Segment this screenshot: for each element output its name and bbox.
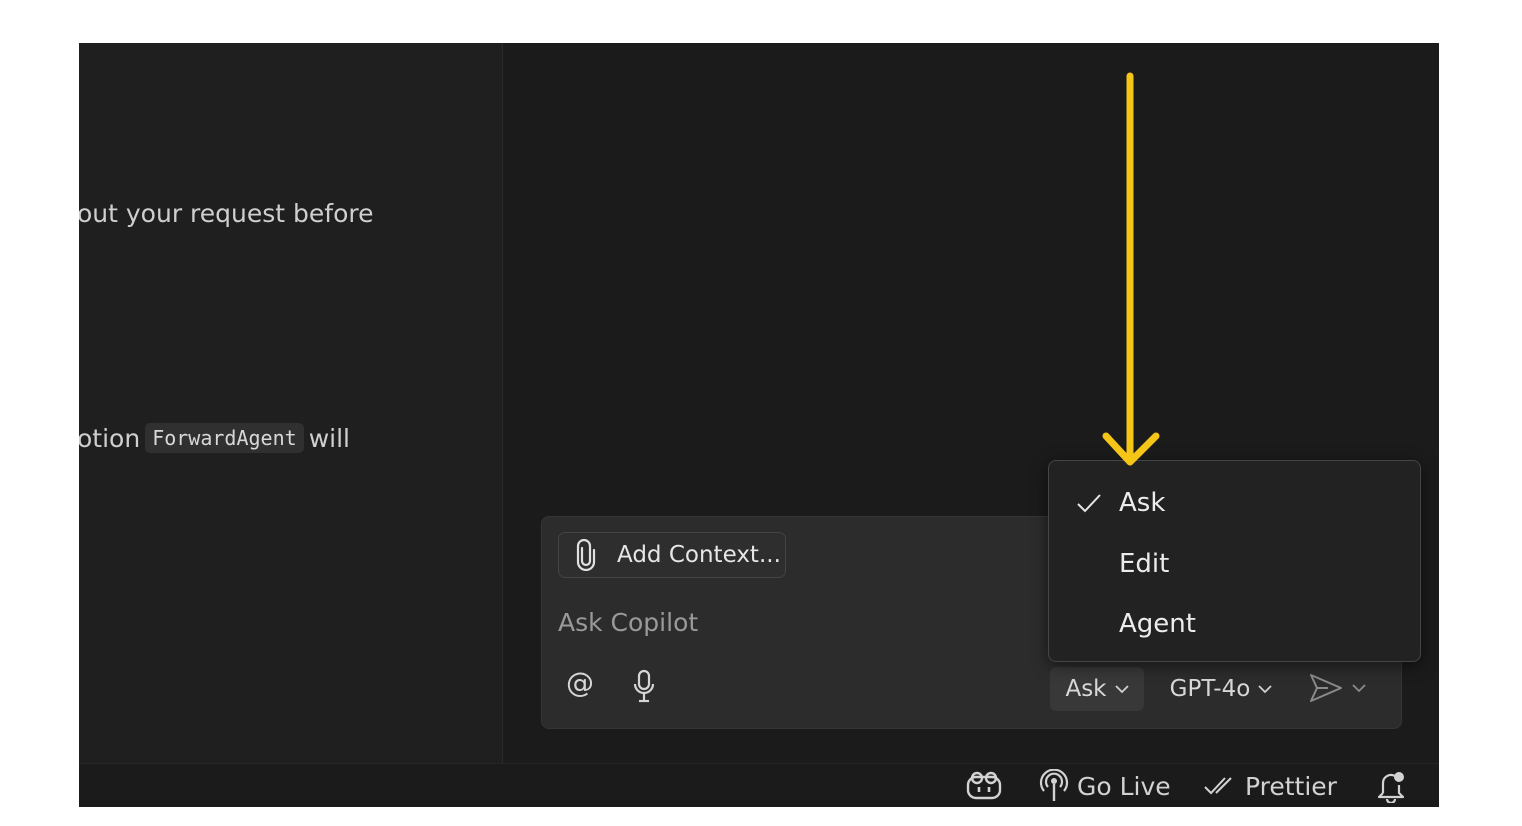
doc-text-line-1: out your request before	[79, 199, 374, 228]
chat-panel: Add Context... @ Ask GPT-4o	[503, 43, 1439, 763]
annotation-arrow	[1102, 72, 1160, 466]
copilot-status-button[interactable]	[965, 764, 1003, 807]
send-button[interactable]	[1308, 670, 1378, 706]
doc-text-line-2: otion ForwardAgent will	[79, 423, 350, 453]
model-picker-button[interactable]: GPT-4o	[1156, 667, 1286, 711]
go-live-button[interactable]: Go Live	[1039, 764, 1171, 807]
prettier-label: Prettier	[1245, 771, 1337, 801]
doc-text-suffix: will	[308, 424, 350, 453]
mode-option-label: Edit	[1119, 549, 1170, 579]
broadcast-icon	[1039, 769, 1069, 801]
chevron-down-icon[interactable]	[1352, 683, 1366, 693]
chevron-down-icon	[1258, 685, 1272, 694]
mode-option-label: Agent	[1119, 609, 1196, 639]
add-context-button[interactable]: Add Context...	[558, 532, 786, 578]
mode-picker-button[interactable]: Ask	[1050, 667, 1144, 711]
microphone-icon[interactable]	[632, 669, 656, 705]
bell-icon	[1377, 772, 1405, 803]
mode-option-agent[interactable]: Agent	[1049, 596, 1420, 652]
model-picker-label: GPT-4o	[1169, 676, 1251, 702]
send-icon	[1310, 674, 1342, 702]
mode-option-edit[interactable]: Edit	[1049, 536, 1420, 592]
editor-window: out your request before otion ForwardAgen…	[79, 43, 1439, 807]
prettier-button[interactable]: Prettier	[1203, 764, 1337, 807]
go-live-label: Go Live	[1077, 771, 1171, 801]
mode-picker-label: Ask	[1065, 676, 1107, 702]
at-icon[interactable]: @	[566, 666, 594, 699]
check-icon	[1077, 494, 1101, 513]
mode-option-label: Ask	[1119, 488, 1166, 518]
mode-option-ask[interactable]: Ask	[1049, 475, 1420, 531]
ask-copilot-input[interactable]	[558, 602, 1018, 642]
doc-text-prefix: otion	[79, 424, 141, 453]
paperclip-icon	[576, 539, 596, 571]
editor-pane: out your request before otion ForwardAgen…	[79, 43, 503, 763]
add-context-label: Add Context...	[617, 542, 781, 568]
status-bar: Go Live Prettier	[79, 763, 1439, 807]
chevron-down-icon	[1114, 685, 1129, 694]
mode-dropdown-menu: Ask Edit Agent	[1048, 460, 1421, 662]
inline-code: ForwardAgent	[145, 423, 304, 453]
double-check-icon	[1204, 777, 1232, 795]
copilot-icon	[966, 771, 1002, 800]
notifications-button[interactable]	[1375, 764, 1407, 807]
